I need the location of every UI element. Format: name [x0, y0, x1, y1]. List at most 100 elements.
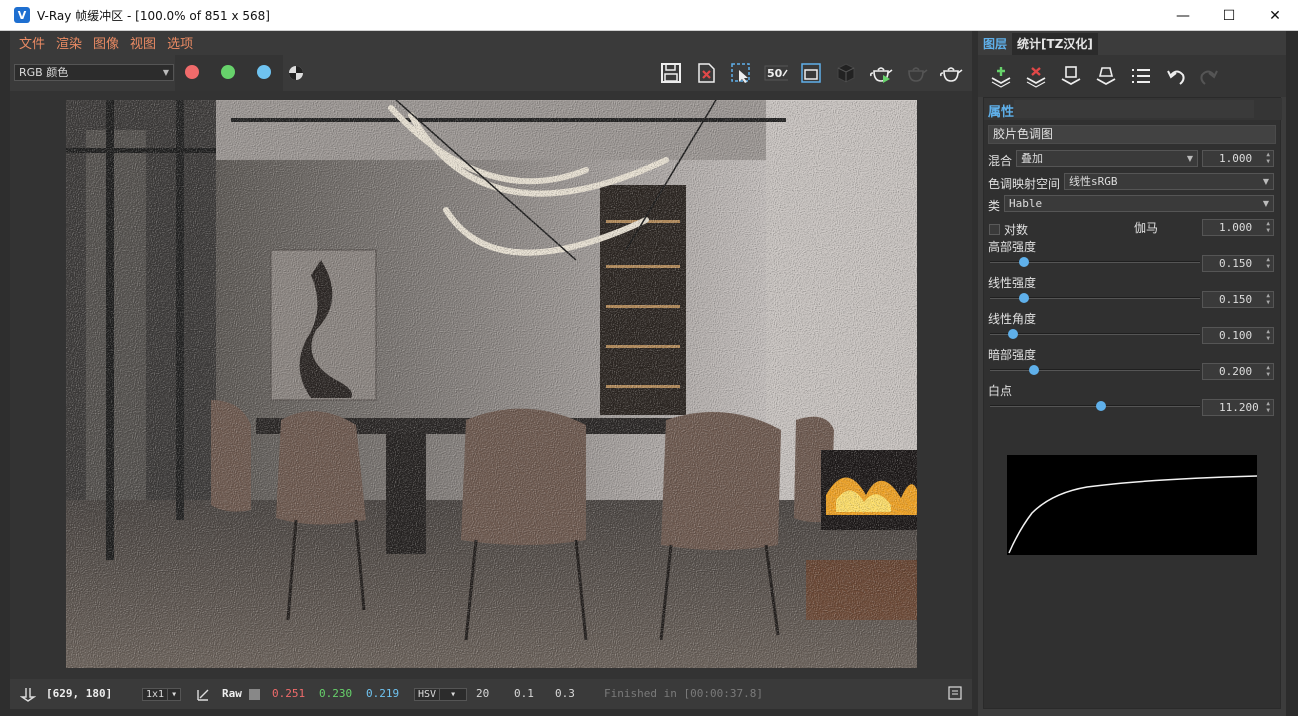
linear-angle-spinner[interactable]: 0.100 ▲ ▼ — [1202, 327, 1274, 344]
layer-name-field[interactable]: 胶片色调图 — [988, 125, 1276, 144]
clear-image-button[interactable] — [694, 61, 718, 85]
white-point-label: 白点 — [988, 384, 1013, 398]
toe-strength-slider[interactable] — [990, 365, 1200, 375]
tonemap-space-select[interactable]: 线性sRGB ▼ — [1064, 173, 1274, 190]
save-layer-preset-button[interactable] — [1058, 63, 1084, 89]
linear-strength-spinner[interactable]: 0.150 ▲ ▼ — [1202, 291, 1274, 308]
properties-section: 属性 胶片色调图 混合 叠加 ▼ 1.000 ▲ ▼ 色调映射空间 线性sRGB … — [983, 97, 1282, 709]
minimize-button[interactable]: — — [1160, 0, 1206, 31]
menu-options[interactable]: 选项 — [167, 33, 193, 52]
slider-knob[interactable] — [1096, 401, 1107, 411]
menu-image[interactable]: 图像 — [93, 33, 119, 52]
white-point-value: 11.200 — [1219, 401, 1259, 414]
zoom-select-value: 1x1 — [142, 688, 169, 701]
layers-panel: 图层 统计[TZ汉化] 属性 胶片色调图 混合 叠加 ▼ 1.000 ▲ ▼ 色… — [978, 31, 1286, 716]
linear-strength-label: 线性强度 — [988, 276, 1037, 290]
zoom-select[interactable]: 1x1 ▾ — [142, 686, 182, 702]
spinner-arrows-icon: ▲ ▼ — [1266, 292, 1270, 306]
white-point-spinner[interactable]: 11.200 ▲ ▼ — [1202, 399, 1274, 416]
menu-bar: 文件 渲染 图像 视图 选项 — [10, 31, 972, 54]
stop-render-button[interactable] — [904, 61, 928, 85]
render-region-frame-button[interactable] — [799, 61, 823, 85]
status-bar: [629, 180] 1x1 ▾ Raw 0.251 0.230 0.219 HS… — [10, 679, 972, 709]
blue-channel-toggle[interactable] — [257, 65, 271, 79]
clear-icon — [698, 63, 715, 83]
chevron-down-icon: ▼ — [1186, 154, 1193, 163]
tonemap-type-value: Hable — [1009, 197, 1043, 210]
frame-icon — [801, 63, 821, 83]
linear-strength-slider[interactable] — [990, 293, 1200, 303]
menu-view[interactable]: 视图 — [130, 33, 156, 52]
blend-mode-select[interactable]: 叠加 ▼ — [1016, 150, 1198, 167]
saturation-value: 0.1 — [514, 687, 534, 700]
tonemap-type-select[interactable]: Hable ▼ — [1004, 195, 1274, 212]
tonemap-space-label: 色调映射空间 — [988, 177, 1061, 191]
log-label: 对数 — [1004, 223, 1029, 237]
chevron-down-icon: ▾ — [168, 688, 182, 701]
channel-select[interactable]: RGB 颜色 ▼ — [14, 64, 174, 81]
window-titlebar: V V-Ray 帧缓冲区 - [100.0% of 851 x 568] — ☐… — [0, 0, 1298, 31]
tab-layers[interactable]: 图层 — [978, 33, 1012, 55]
teapot-disabled-icon — [908, 67, 928, 82]
bottom-edge — [10, 709, 972, 716]
delete-layer-icon — [1026, 67, 1046, 88]
load-layer-preset-button[interactable] — [1093, 63, 1119, 89]
add-layer-button[interactable] — [988, 63, 1014, 89]
slider-knob[interactable] — [1029, 365, 1040, 375]
left-edge — [0, 31, 10, 716]
properties-header: 属性 — [984, 98, 1282, 120]
menu-file[interactable]: 文件 — [19, 33, 45, 52]
color-picker-icon[interactable] — [196, 686, 212, 702]
panel-icon — [948, 686, 962, 700]
pixel-green-value: 0.230 — [319, 687, 353, 700]
shoulder-strength-label: 高部强度 — [988, 240, 1037, 254]
toe-strength-value: 0.200 — [1219, 365, 1253, 378]
layer-list-button[interactable] — [1128, 63, 1154, 89]
slider-knob[interactable] — [1008, 329, 1019, 339]
chevron-down-icon: ▼ — [1262, 199, 1269, 208]
properties-label: 属性 — [988, 105, 1015, 120]
save-icon — [661, 63, 681, 83]
maximize-button[interactable]: ☐ — [1206, 0, 1252, 31]
gamma-spinner[interactable]: 1.000 ▲ ▼ — [1202, 219, 1274, 236]
log-checkbox[interactable] — [989, 224, 1000, 235]
tone-curve-preview — [1007, 455, 1258, 555]
save-image-button[interactable] — [659, 61, 683, 85]
shoulder-strength-slider[interactable] — [990, 257, 1200, 267]
rendered-image[interactable] — [66, 100, 917, 668]
blend-amount-spinner[interactable]: 1.000 ▲ ▼ — [1202, 150, 1274, 167]
close-button[interactable]: ✕ — [1252, 0, 1298, 31]
toe-strength-spinner[interactable]: 0.200 ▲ ▼ — [1202, 363, 1274, 380]
tab-stats[interactable]: 统计[TZ汉化] — [1012, 33, 1098, 55]
3d-object-button[interactable] — [834, 61, 858, 85]
cube-icon — [837, 63, 855, 83]
menu-render[interactable]: 渲染 — [56, 33, 82, 52]
toggle-panel-button[interactable] — [948, 686, 962, 702]
redo-button[interactable] — [1196, 63, 1222, 89]
save-layers-icon — [1061, 66, 1081, 86]
region-render-button[interactable] — [729, 61, 753, 85]
white-point-slider[interactable] — [990, 401, 1200, 411]
tone-curve-graph — [1008, 475, 1258, 554]
red-channel-toggle[interactable] — [185, 65, 199, 79]
color-mode-select[interactable]: HSV ▾ — [414, 686, 468, 702]
linear-angle-slider[interactable] — [990, 329, 1200, 339]
redo-icon — [1200, 70, 1218, 85]
start-interactive-render-button[interactable] — [869, 61, 893, 85]
delete-layer-button[interactable] — [1023, 63, 1049, 89]
render-button[interactable] — [939, 61, 963, 85]
slider-knob[interactable] — [1018, 293, 1029, 303]
spinner-arrows-icon: ▲ ▼ — [1266, 220, 1270, 234]
properties-header-bar — [1014, 100, 1254, 118]
sample-rate-icon: 50 — [764, 65, 788, 81]
sampler-button[interactable]: 50 — [764, 61, 788, 85]
shoulder-strength-spinner[interactable]: 0.150 ▲ ▼ — [1202, 255, 1274, 272]
spinner-arrows-icon: ▲ ▼ — [1266, 256, 1270, 270]
green-channel-toggle[interactable] — [221, 65, 235, 79]
slider-knob[interactable] — [1018, 257, 1029, 267]
spinner-arrows-icon: ▲ ▼ — [1266, 400, 1270, 414]
undo-button[interactable] — [1163, 63, 1189, 89]
alpha-channel-toggle[interactable] — [284, 61, 308, 85]
render-viewport[interactable] — [10, 91, 972, 679]
pick-color-icon[interactable] — [19, 686, 37, 702]
